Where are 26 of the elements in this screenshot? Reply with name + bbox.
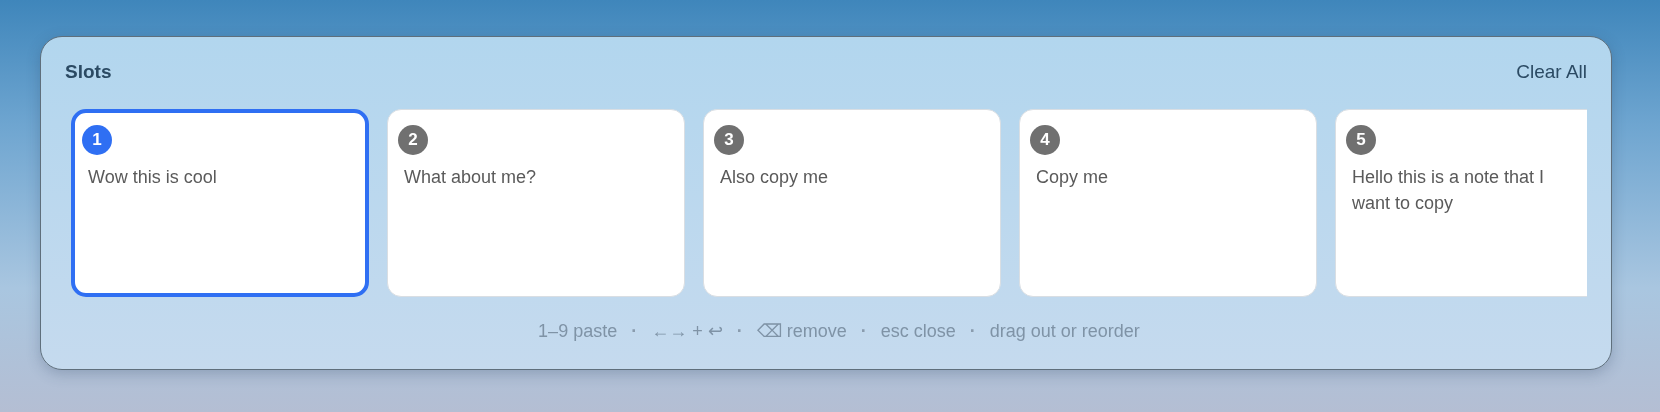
separator-dot: · [860, 320, 867, 342]
slot-text: Hello this is a note that I want to copy [1352, 166, 1546, 215]
slot-number-badge: 1 [82, 125, 112, 155]
slot-number-badge: 4 [1030, 125, 1060, 155]
shortcut-hint: ⌫ remove [756, 320, 847, 342]
shortcut-hint: ←→ + ↩ [651, 320, 723, 342]
slot-text: Also copy me [720, 166, 829, 189]
separator-dot: · [969, 320, 976, 342]
shortcut-hint: esc close [880, 320, 956, 342]
slot-card[interactable]: 5 Hello this is a note that I want to copy [1335, 109, 1587, 297]
slot-text: Wow this is cool [88, 166, 217, 189]
slot-number-badge: 2 [398, 125, 428, 155]
slot-text: What about me? [404, 166, 537, 189]
slot-text: Copy me [1036, 166, 1109, 189]
separator-dot: · [631, 320, 638, 342]
clear-all-button[interactable]: Clear All [1516, 61, 1587, 83]
slot-card[interactable]: 1 Wow this is cool [71, 109, 369, 297]
slot-card[interactable]: 3 Also copy me [703, 109, 1001, 297]
shortcut-hint: drag out or reorder [989, 320, 1140, 342]
slot-card[interactable]: 4 Copy me [1019, 109, 1317, 297]
slot-card[interactable]: 2 What about me? [387, 109, 685, 297]
separator-dot: · [736, 320, 743, 342]
slot-number-badge: 5 [1346, 125, 1376, 155]
shortcut-hint: 1–9 paste [538, 320, 618, 342]
slot-number-badge: 3 [714, 125, 744, 155]
panel-title: Slots [65, 61, 112, 83]
